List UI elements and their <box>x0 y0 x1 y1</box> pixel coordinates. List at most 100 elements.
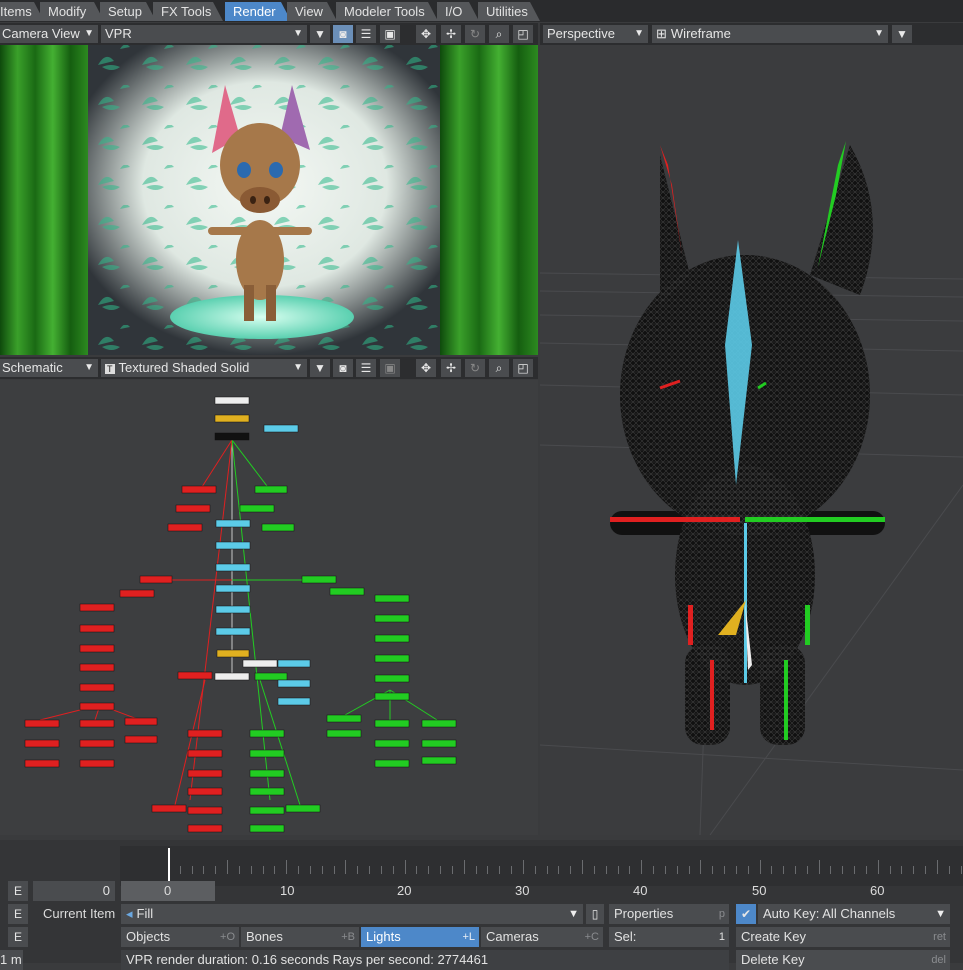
schematic-node[interactable] <box>124 717 158 726</box>
camera-icon[interactable]: ◙ <box>333 359 353 377</box>
schematic-node[interactable] <box>79 702 115 711</box>
schematic-node[interactable] <box>421 739 457 748</box>
tab-io[interactable]: I/O <box>437 2 479 21</box>
camera-icon[interactable]: ◙ <box>333 25 353 43</box>
schematic-node[interactable] <box>374 692 410 701</box>
schematic-node[interactable] <box>181 485 217 494</box>
rotate-icon[interactable]: ↻ <box>465 359 485 377</box>
playhead[interactable] <box>168 848 170 884</box>
schematic-node[interactable] <box>24 719 60 728</box>
options-dropdown-icon[interactable]: ▼ <box>310 25 330 43</box>
schematic-node[interactable] <box>177 671 213 680</box>
perspective-viewport[interactable] <box>540 45 963 835</box>
schematic-node[interactable] <box>175 504 211 513</box>
schematic-node[interactable] <box>24 759 60 768</box>
schematic-viewport[interactable] <box>0 380 538 835</box>
schematic-node[interactable] <box>263 424 299 433</box>
schematic-node[interactable] <box>254 485 288 494</box>
schematic-node[interactable] <box>374 594 410 603</box>
envelope-button[interactable]: E <box>8 881 28 901</box>
schematic-node[interactable] <box>187 806 223 815</box>
schematic-node[interactable] <box>374 654 410 663</box>
schematic-node[interactable] <box>329 587 365 596</box>
move-icon[interactable]: ✥ <box>416 25 436 43</box>
schematic-node[interactable] <box>79 624 115 633</box>
schematic-node[interactable] <box>216 649 250 658</box>
schematic-node[interactable] <box>187 749 223 758</box>
render-mode-dropdown[interactable]: VPR ▼ <box>101 25 307 43</box>
schematic-node[interactable] <box>79 603 115 612</box>
zoom-icon[interactable]: ⌕ <box>489 359 509 377</box>
schematic-node[interactable] <box>167 523 203 532</box>
rotate-icon[interactable]: ↻ <box>465 25 485 43</box>
view-type-dropdown[interactable]: Camera View ▼ <box>0 25 98 43</box>
schematic-node[interactable] <box>214 414 250 423</box>
render-mode-dropdown[interactable]: T Textured Shaded Solid ▼ <box>101 359 307 377</box>
tab-items[interactable]: Items <box>0 2 44 21</box>
schematic-node[interactable] <box>151 804 187 813</box>
schematic-node[interactable] <box>285 804 321 813</box>
envelope-button[interactable]: E <box>8 904 28 924</box>
schematic-node[interactable] <box>215 627 251 636</box>
tab-fx-tools[interactable]: FX Tools <box>153 2 223 21</box>
schematic-node[interactable] <box>249 729 285 738</box>
auto-key-dropdown[interactable]: Auto Key: All Channels ▼ <box>758 904 950 924</box>
schematic-node[interactable] <box>374 739 410 748</box>
tab-utilities[interactable]: Utilities <box>478 2 540 21</box>
camera-viewport-render[interactable] <box>0 45 538 355</box>
options-dropdown-icon[interactable]: ▼ <box>310 359 330 377</box>
schematic-node[interactable] <box>79 739 115 748</box>
maximize-icon[interactable]: ◰ <box>513 359 533 377</box>
schematic-node[interactable] <box>249 769 285 778</box>
current-item-dropdown[interactable]: ◂ Fill ▼ <box>121 904 583 924</box>
list-icon[interactable]: ☰ <box>356 25 376 43</box>
schematic-node[interactable] <box>254 672 288 681</box>
schematic-node[interactable] <box>277 697 311 706</box>
schematic-node[interactable] <box>374 634 410 643</box>
schematic-node[interactable] <box>187 769 223 778</box>
view-type-dropdown[interactable]: Schematic ▼ <box>0 359 98 377</box>
tab-render[interactable]: Render <box>225 2 291 21</box>
schematic-node[interactable] <box>79 644 115 653</box>
schematic-node[interactable] <box>277 679 311 688</box>
timeline-ruler[interactable] <box>120 846 963 886</box>
schematic-node[interactable] <box>249 787 285 796</box>
tab-modeler-tools[interactable]: Modeler Tools <box>336 2 438 21</box>
schematic-node[interactable] <box>124 735 158 744</box>
schematic-node[interactable] <box>249 806 285 815</box>
tab-setup[interactable]: Setup <box>100 2 156 21</box>
lights-button[interactable]: Lights +L <box>361 927 479 947</box>
maximize-icon[interactable]: ◰ <box>513 25 533 43</box>
schematic-node[interactable] <box>215 605 251 614</box>
schematic-node[interactable] <box>79 663 115 672</box>
zoom-icon[interactable]: ⌕ <box>489 25 509 43</box>
options-dropdown-icon[interactable]: ▼ <box>892 25 912 43</box>
schematic-node[interactable] <box>249 749 285 758</box>
schematic-node[interactable] <box>261 523 295 532</box>
schematic-node[interactable] <box>421 756 457 765</box>
schematic-node[interactable] <box>139 575 173 584</box>
render-mode-dropdown[interactable]: ⊞ Wireframe ▼ <box>652 25 888 43</box>
schematic-node[interactable] <box>249 824 285 833</box>
schematic-node[interactable] <box>374 719 410 728</box>
item-info-button[interactable]: ▯ <box>586 904 604 924</box>
tab-view[interactable]: View <box>287 2 337 21</box>
schematic-node[interactable] <box>215 584 251 593</box>
schematic-node[interactable] <box>214 432 250 441</box>
checkbox-icon[interactable]: ✔ <box>736 904 756 924</box>
schematic-node[interactable] <box>301 575 337 584</box>
list-icon[interactable]: ☰ <box>356 359 376 377</box>
save-icon[interactable]: ▣ <box>380 25 400 43</box>
schematic-node[interactable] <box>326 714 362 723</box>
schematic-node[interactable] <box>374 674 410 683</box>
schematic-node[interactable] <box>79 759 115 768</box>
schematic-node[interactable] <box>242 659 278 668</box>
move-icon[interactable]: ✥ <box>416 359 436 377</box>
schematic-node[interactable] <box>421 719 457 728</box>
schematic-node[interactable] <box>214 672 250 681</box>
schematic-node[interactable] <box>187 729 223 738</box>
schematic-node[interactable] <box>239 504 275 513</box>
schematic-node[interactable] <box>119 589 155 598</box>
schematic-node[interactable] <box>374 614 410 623</box>
schematic-node[interactable] <box>187 787 223 796</box>
